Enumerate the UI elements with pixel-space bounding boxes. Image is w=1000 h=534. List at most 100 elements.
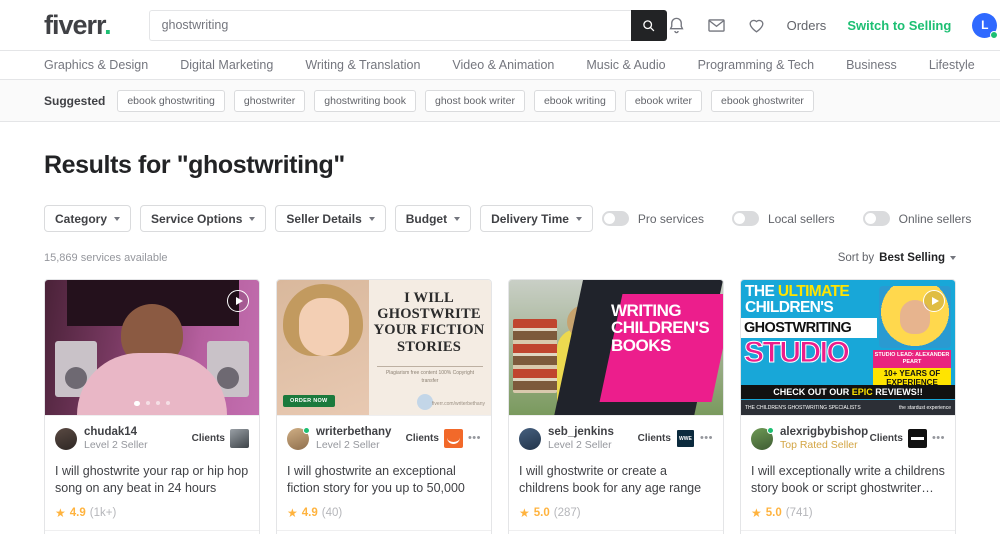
thumb-foot-left: THE CHILDREN'S GHOSTWRITING SPECIALISTS bbox=[745, 404, 861, 411]
search-button[interactable] bbox=[630, 9, 667, 41]
filter-row: Category Service Options Seller Details … bbox=[44, 205, 971, 232]
toggle-group: Pro services Local sellers Online seller… bbox=[601, 211, 972, 226]
seller-name[interactable]: seb_jenkins bbox=[548, 425, 614, 439]
gig-card[interactable]: I WILL GHOSTWRITE YOUR FICTION STORIES P… bbox=[276, 279, 492, 534]
avatar[interactable]: L bbox=[972, 12, 999, 39]
thumb-line1b: ULTIMATE bbox=[777, 283, 850, 300]
main-content: Results for "ghostwriting" Category Serv… bbox=[0, 151, 1000, 534]
nav-item-programming-tech[interactable]: Programming & Tech bbox=[698, 58, 815, 72]
fiverr-logo[interactable]: fiverr. bbox=[44, 9, 112, 40]
gig-card[interactable]: chudak14 Level 2 Seller Clients I will g… bbox=[44, 279, 260, 534]
toggle-switch[interactable] bbox=[601, 211, 629, 226]
chevron-down-icon bbox=[249, 216, 256, 221]
carousel-dot[interactable] bbox=[134, 400, 140, 406]
suggested-tag-3[interactable]: ghost book writer bbox=[424, 89, 525, 112]
more-clients-icon[interactable]: ••• bbox=[468, 433, 481, 444]
filter-seller-details[interactable]: Seller Details bbox=[275, 205, 386, 232]
thumb-footer: THE CHILDREN'S GHOSTWRITING SPECIALISTS … bbox=[741, 400, 955, 415]
nav-item-digital-marketing[interactable]: Digital Marketing bbox=[180, 58, 273, 72]
suggested-tag-1[interactable]: ghostwriter bbox=[233, 89, 306, 112]
suggested-tag-2[interactable]: ghostwriting book bbox=[314, 89, 416, 112]
clients-label: Clients bbox=[191, 433, 225, 445]
search-input[interactable] bbox=[148, 9, 631, 41]
carousel-dot[interactable] bbox=[145, 400, 150, 405]
suggested-tag-5[interactable]: ebook writer bbox=[624, 89, 703, 112]
more-clients-icon[interactable]: ••• bbox=[700, 433, 713, 444]
thumb-line2: CHILDREN'S bbox=[745, 298, 834, 316]
carousel-dot[interactable] bbox=[165, 400, 170, 405]
suggested-tag-4[interactable]: ebook writing bbox=[533, 89, 616, 112]
toggle-online-sellers[interactable]: Online sellers bbox=[862, 211, 972, 226]
toggle-pro-services[interactable]: Pro services bbox=[601, 211, 704, 226]
sort-by-value: Best Selling bbox=[879, 252, 945, 264]
seller-name[interactable]: writerbethany bbox=[316, 425, 391, 439]
rating-value: 5.0 bbox=[765, 507, 782, 519]
filter-category-label: Category bbox=[55, 211, 108, 226]
toggle-local-sellers[interactable]: Local sellers bbox=[731, 211, 835, 226]
gig-title[interactable]: I will ghostwrite your rap or hip hop so… bbox=[45, 459, 259, 499]
thumb-art bbox=[513, 319, 557, 393]
sort-dropdown[interactable]: Sort by Best Selling bbox=[838, 252, 956, 264]
toggle-switch[interactable] bbox=[862, 211, 890, 226]
play-icon[interactable] bbox=[227, 290, 249, 312]
filter-delivery-time-label: Delivery Time bbox=[491, 211, 569, 226]
client-logo-icon bbox=[675, 429, 695, 449]
filter-budget[interactable]: Budget bbox=[394, 205, 472, 232]
clients-badge: Clients ••• bbox=[637, 429, 713, 449]
filter-delivery-time[interactable]: Delivery Time bbox=[480, 205, 593, 232]
clients-label: Clients bbox=[637, 433, 671, 445]
card-footer: ❤ STARTING AT $15 bbox=[45, 530, 259, 534]
header-actions: Orders Switch to Selling L bbox=[667, 12, 999, 39]
gig-card[interactable]: WRITING CHILDREN'S BOOKS seb_jenkins Lev… bbox=[508, 279, 724, 534]
nav-item-writing-translation[interactable]: Writing & Translation bbox=[305, 58, 420, 72]
nav-item-lifestyle[interactable]: Lifestyle bbox=[929, 58, 975, 72]
nav-item-graphics-design[interactable]: Graphics & Design bbox=[44, 58, 148, 72]
play-icon[interactable] bbox=[923, 290, 945, 312]
bell-icon[interactable] bbox=[667, 16, 686, 35]
suggested-tag-6[interactable]: ebook ghostwriter bbox=[711, 89, 814, 112]
nav-item-business[interactable]: Business bbox=[846, 58, 897, 72]
heart-icon[interactable] bbox=[747, 16, 766, 35]
seller-name[interactable]: alexrigbybishop bbox=[780, 425, 868, 439]
more-clients-icon[interactable]: ••• bbox=[932, 433, 945, 444]
gig-title[interactable]: I will exceptionally write a childrens s… bbox=[741, 459, 955, 499]
seller-avatar[interactable] bbox=[287, 426, 310, 450]
thumb-reviews-c: REVIEWS!! bbox=[872, 387, 923, 397]
filter-service-options[interactable]: Service Options bbox=[140, 205, 267, 232]
suggested-label: Suggested bbox=[44, 93, 106, 108]
thumb-title: WRITING CHILDREN'S BOOKS bbox=[611, 301, 710, 355]
avatar-initial: L bbox=[981, 18, 989, 32]
gig-thumbnail[interactable]: WRITING CHILDREN'S BOOKS bbox=[509, 280, 723, 416]
search-bar bbox=[148, 9, 667, 41]
envelope-icon[interactable] bbox=[707, 16, 726, 35]
toggle-online-sellers-label: Online sellers bbox=[898, 211, 972, 226]
gig-thumbnail[interactable] bbox=[45, 280, 259, 416]
switch-to-selling-link[interactable]: Switch to Selling bbox=[847, 18, 951, 33]
orders-link[interactable]: Orders bbox=[787, 18, 827, 33]
gig-thumbnail[interactable]: I WILL GHOSTWRITE YOUR FICTION STORIES P… bbox=[277, 280, 491, 416]
carousel-dots[interactable] bbox=[45, 400, 259, 406]
nav-item-music-audio[interactable]: Music & Audio bbox=[586, 58, 665, 72]
results-meta-row: 15,869 services available Sort by Best S… bbox=[44, 252, 956, 264]
logo-text: fiverr bbox=[44, 9, 105, 40]
thumb-foot-right: the stardust experience bbox=[899, 404, 951, 411]
carousel-dot[interactable] bbox=[155, 400, 160, 405]
nav-item-video-animation[interactable]: Video & Animation bbox=[452, 58, 554, 72]
seller-avatar[interactable] bbox=[519, 427, 541, 450]
seller-name[interactable]: chudak14 bbox=[84, 425, 148, 439]
rating-row: ★ 5.0 (741) bbox=[741, 498, 955, 530]
rating-row: ★ 5.0 (287) bbox=[509, 498, 723, 530]
gig-thumbnail[interactable]: THE ULTIMATE CHILDREN'S GHOSTWRITING STU… bbox=[741, 280, 955, 416]
online-indicator bbox=[767, 426, 774, 434]
gig-title[interactable]: I will ghostwrite or create a childrens … bbox=[509, 459, 723, 499]
thumb-cta: ORDER NOW bbox=[283, 395, 335, 407]
filter-category[interactable]: Category bbox=[44, 205, 132, 232]
thumb-line3: GHOSTWRITING bbox=[741, 318, 877, 338]
seller-row: alexrigbybishop Top Rated Seller Clients… bbox=[741, 416, 955, 459]
seller-avatar[interactable] bbox=[55, 427, 77, 450]
gig-title[interactable]: I will ghostwrite an exceptional fiction… bbox=[277, 459, 491, 499]
gig-card[interactable]: THE ULTIMATE CHILDREN'S GHOSTWRITING STU… bbox=[740, 279, 956, 534]
suggested-tag-0[interactable]: ebook ghostwriting bbox=[117, 89, 225, 112]
seller-avatar[interactable] bbox=[751, 426, 774, 450]
toggle-switch[interactable] bbox=[731, 211, 759, 226]
